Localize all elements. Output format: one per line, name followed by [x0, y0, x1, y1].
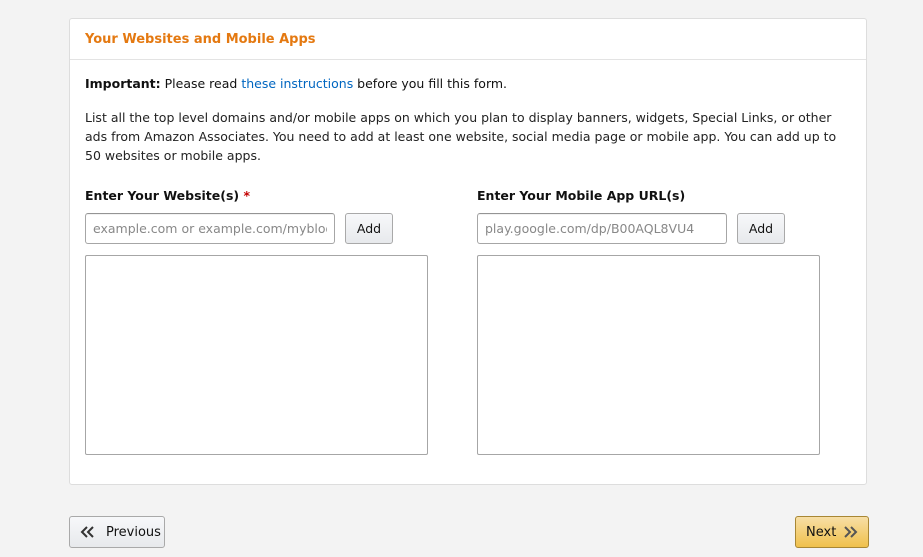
important-text-after: before you fill this form. — [353, 76, 508, 91]
double-chevron-right-icon — [842, 526, 858, 538]
next-label: Next — [806, 524, 837, 540]
previous-button[interactable]: Previous — [69, 516, 165, 548]
important-text-before: Please read — [160, 76, 242, 91]
double-chevron-left-icon — [80, 526, 96, 538]
apps-column: Enter Your Mobile App URL(s) Add — [477, 188, 820, 455]
panel-header: Your Websites and Mobile Apps — [70, 19, 866, 60]
important-notice: Important: Please read these instruction… — [85, 76, 507, 91]
apps-label-text: Enter Your Mobile App URL(s) — [477, 188, 686, 203]
websites-list[interactable] — [85, 255, 428, 455]
add-app-button[interactable]: Add — [737, 213, 785, 244]
add-website-button[interactable]: Add — [345, 213, 393, 244]
previous-label: Previous — [106, 524, 161, 540]
required-marker: * — [243, 188, 251, 203]
website-input[interactable] — [85, 213, 335, 244]
app-url-input[interactable] — [477, 213, 727, 244]
apps-input-row: Add — [477, 213, 785, 244]
next-button[interactable]: Next — [795, 516, 869, 548]
panel-title: Your Websites and Mobile Apps — [85, 31, 316, 47]
websites-input-row: Add — [85, 213, 393, 244]
websites-label-text: Enter Your Website(s) — [85, 188, 240, 203]
apps-list[interactable] — [477, 255, 820, 455]
websites-label: Enter Your Website(s) * — [85, 188, 250, 206]
important-label: Important: — [85, 76, 161, 91]
websites-apps-panel: Your Websites and Mobile Apps Important:… — [69, 18, 867, 485]
description-text: List all the top level domains and/or mo… — [85, 110, 837, 163]
websites-column: Enter Your Website(s) * Add — [85, 188, 428, 455]
instructions-link[interactable]: these instructions — [241, 76, 353, 91]
apps-label: Enter Your Mobile App URL(s) — [477, 188, 685, 206]
